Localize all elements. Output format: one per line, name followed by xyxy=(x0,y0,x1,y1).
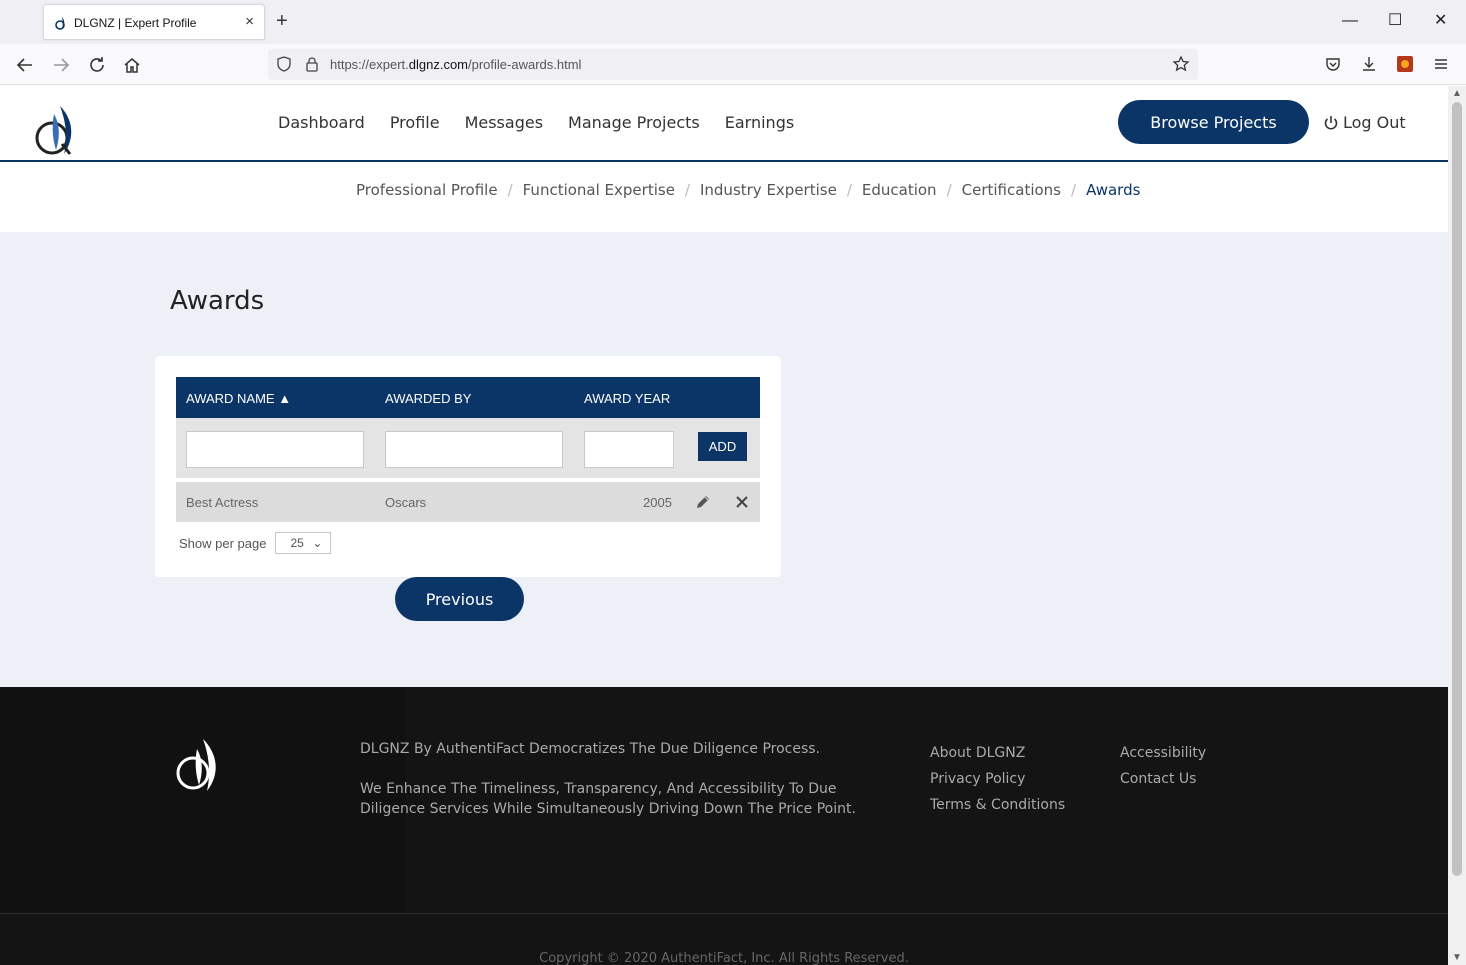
awards-card: AWARD NAME ▲ AWARDED BY AWARD YEAR ADD B… xyxy=(155,356,781,577)
award-year-input[interactable] xyxy=(584,431,674,468)
back-icon[interactable] xyxy=(14,54,36,76)
site-header: Dashboard Profile Messages Manage Projec… xyxy=(0,86,1448,162)
column-awarded-by[interactable]: AWARDED BY xyxy=(385,391,471,406)
page-scrollbar[interactable]: ▲ ▼ xyxy=(1448,86,1466,965)
footer-about: DLGNZ By AuthentiFact Democratizes The D… xyxy=(360,739,880,819)
footer-copyright: Copyright © 2020 AuthentiFact, Inc. All … xyxy=(539,951,909,965)
window-close-button[interactable]: ✕ xyxy=(1434,12,1447,30)
table-row: Best Actress Oscars 2005 xyxy=(176,482,760,522)
download-icon[interactable] xyxy=(1360,55,1378,73)
browser-window: DLGNZ | Expert Profile × + — ☐ ✕ https:/… xyxy=(0,0,1466,965)
footer-links-col2: Accessibility Contact Us xyxy=(1120,745,1206,787)
add-award-button[interactable]: ADD xyxy=(698,432,747,461)
subnav-education[interactable]: Education xyxy=(862,181,937,199)
reload-icon[interactable] xyxy=(86,54,108,76)
footer-accessibility-link[interactable]: Accessibility xyxy=(1120,745,1206,761)
sort-asc-icon: ▲ xyxy=(278,391,292,406)
scroll-up-icon[interactable]: ▲ xyxy=(1452,88,1462,99)
subnav-professional-profile[interactable]: Professional Profile xyxy=(356,181,498,199)
breadcrumb: Professional Profile / Functional Expert… xyxy=(356,181,1140,199)
pocket-icon[interactable] xyxy=(1324,55,1342,73)
column-award-name[interactable]: AWARD NAME ▲ xyxy=(186,391,291,406)
footer-divider xyxy=(0,913,1448,914)
logout-link[interactable]: Log Out xyxy=(1323,113,1406,132)
footer-privacy-link[interactable]: Privacy Policy xyxy=(930,771,1065,787)
profile-subnav: Professional Profile / Functional Expert… xyxy=(0,164,1448,232)
url-text: https://expert.dlgnz.com/profile-awards.… xyxy=(330,57,582,72)
cell-award-year: 2005 xyxy=(643,495,672,510)
lock-icon[interactable] xyxy=(304,56,320,72)
page-viewport: Dashboard Profile Messages Manage Projec… xyxy=(0,86,1448,965)
footer-about-link[interactable]: About DLGNZ xyxy=(930,745,1065,761)
breadcrumb-separator: / xyxy=(507,181,513,199)
main-nav: Dashboard Profile Messages Manage Projec… xyxy=(278,113,794,132)
close-icon[interactable] xyxy=(734,494,750,510)
breadcrumb-separator: / xyxy=(946,181,952,199)
extension-icon[interactable] xyxy=(1396,55,1414,73)
dlgnz-favicon-icon xyxy=(55,17,65,30)
cell-award-name: Best Actress xyxy=(186,495,259,510)
breadcrumb-separator: / xyxy=(684,181,690,199)
main-content: Awards AWARD NAME ▲ AWARDED BY AWARD YEA… xyxy=(0,232,1448,687)
window-maximize-button[interactable]: ☐ xyxy=(1388,12,1402,30)
awarded-by-input[interactable] xyxy=(385,431,563,468)
column-award-year[interactable]: AWARD YEAR xyxy=(584,391,670,406)
window-minimize-button[interactable]: — xyxy=(1342,12,1358,30)
star-icon[interactable] xyxy=(1172,55,1190,73)
dlgnz-footer-logo[interactable] xyxy=(171,737,229,795)
footer-tagline: DLGNZ By AuthentiFact Democratizes The D… xyxy=(360,741,821,757)
nav-profile[interactable]: Profile xyxy=(390,113,440,132)
award-name-input[interactable] xyxy=(186,431,364,468)
chevron-down-icon: ⌄ xyxy=(312,536,323,550)
previous-button[interactable]: Previous xyxy=(395,577,524,621)
per-page-select[interactable]: 25 ⌄ xyxy=(275,532,332,554)
footer-links-col1: About DLGNZ Privacy Policy Terms & Condi… xyxy=(930,745,1065,813)
tab-bar: DLGNZ | Expert Profile × + — ☐ ✕ xyxy=(0,0,1466,44)
page-title: Awards xyxy=(170,286,265,316)
menu-icon[interactable] xyxy=(1432,55,1450,73)
subnav-certifications[interactable]: Certifications xyxy=(962,181,1061,199)
scroll-down-icon[interactable]: ▼ xyxy=(1452,952,1462,963)
table-header: AWARD NAME ▲ AWARDED BY AWARD YEAR xyxy=(176,377,760,418)
footer-contact-link[interactable]: Contact Us xyxy=(1120,771,1206,787)
site-footer: DLGNZ By AuthentiFact Democratizes The D… xyxy=(0,687,1448,965)
shield-icon[interactable] xyxy=(276,56,292,72)
logout-label: Log Out xyxy=(1343,113,1406,132)
per-page-control: Show per page 25 ⌄ xyxy=(179,532,332,554)
browser-toolbar: https://expert.dlgnz.com/profile-awards.… xyxy=(0,44,1466,85)
browse-projects-button[interactable]: Browse Projects xyxy=(1118,100,1309,144)
url-bar[interactable]: https://expert.dlgnz.com/profile-awards.… xyxy=(268,49,1198,80)
footer-terms-link[interactable]: Terms & Conditions xyxy=(930,797,1065,813)
home-icon[interactable] xyxy=(121,54,143,76)
footer-shade xyxy=(0,687,406,913)
breadcrumb-separator: / xyxy=(1071,181,1077,199)
scroll-thumb[interactable] xyxy=(1452,102,1462,876)
tab-active[interactable]: DLGNZ | Expert Profile × xyxy=(43,4,265,40)
subnav-functional-expertise[interactable]: Functional Expertise xyxy=(523,181,675,199)
nav-dashboard[interactable]: Dashboard xyxy=(278,113,365,132)
tab-close-icon[interactable]: × xyxy=(245,13,254,30)
per-page-label: Show per page xyxy=(179,535,267,551)
nav-manage-projects[interactable]: Manage Projects xyxy=(568,113,700,132)
nav-earnings[interactable]: Earnings xyxy=(725,113,794,132)
power-icon xyxy=(1324,115,1338,130)
subnav-industry-expertise[interactable]: Industry Expertise xyxy=(700,181,837,199)
nav-messages[interactable]: Messages xyxy=(465,113,543,132)
cell-awarded-by: Oscars xyxy=(385,495,427,510)
footer-description: We Enhance The Timeliness, Transparency,… xyxy=(360,781,856,817)
per-page-value: 25 xyxy=(290,536,304,550)
pencil-icon[interactable] xyxy=(695,494,711,510)
tab-title: DLGNZ | Expert Profile xyxy=(74,16,197,30)
breadcrumb-separator: / xyxy=(846,181,852,199)
dlgnz-logo[interactable] xyxy=(30,104,82,158)
add-award-row: ADD xyxy=(176,418,760,478)
new-tab-button[interactable]: + xyxy=(276,10,288,32)
subnav-awards[interactable]: Awards xyxy=(1086,181,1140,199)
forward-icon[interactable] xyxy=(50,54,72,76)
